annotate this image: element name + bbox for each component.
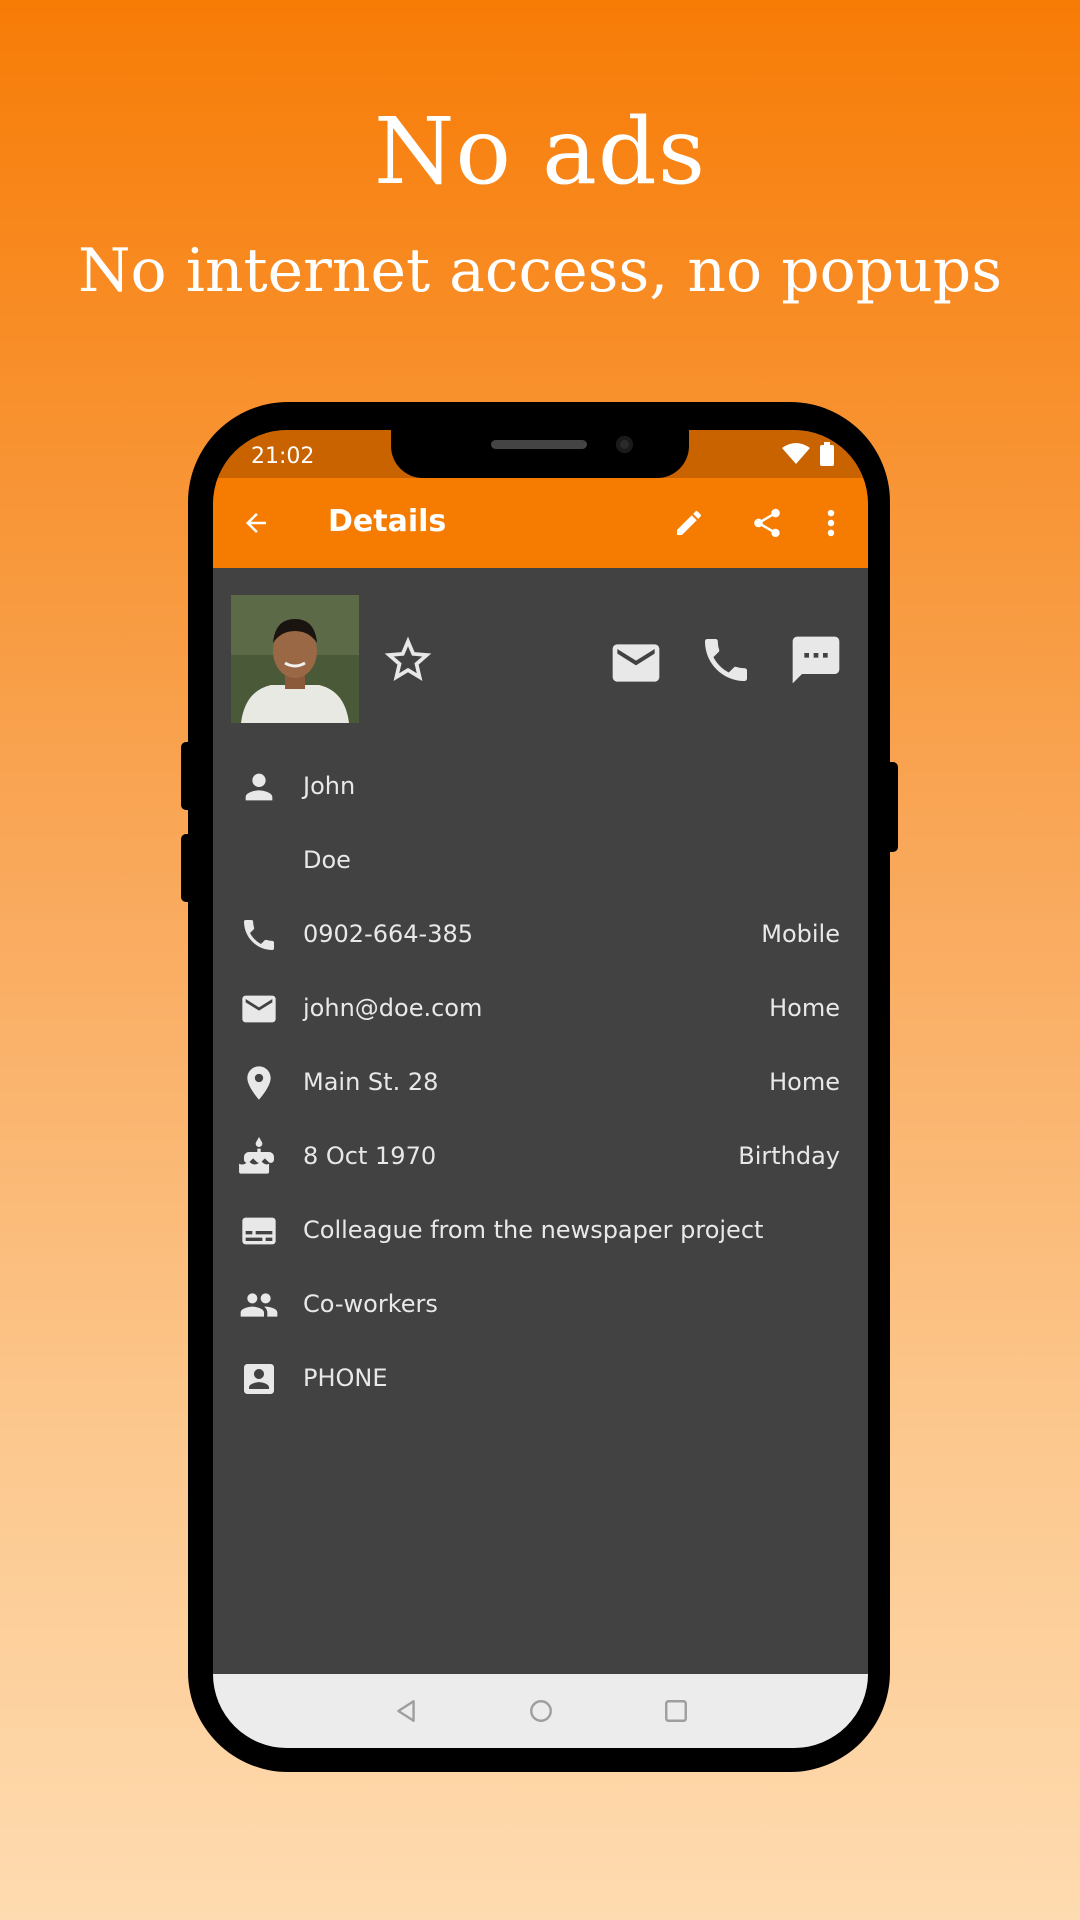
email-value: john@doe.com bbox=[303, 994, 483, 1022]
groups-row[interactable]: Co-workers bbox=[213, 1268, 868, 1342]
nav-recents-icon[interactable] bbox=[663, 1698, 689, 1724]
address-value: Main St. 28 bbox=[303, 1068, 439, 1096]
phone-screen: 21:02 Details John Doe 0902-664-385 Mobi… bbox=[213, 430, 868, 1748]
star-icon[interactable] bbox=[380, 632, 436, 688]
last-name-value: Doe bbox=[303, 846, 351, 874]
event-value: 8 Oct 1970 bbox=[303, 1142, 437, 1170]
first-name-row[interactable]: John bbox=[213, 750, 868, 824]
source-value: PHONE bbox=[303, 1364, 388, 1392]
notes-icon bbox=[242, 1217, 276, 1245]
cake-icon bbox=[239, 1137, 274, 1174]
status-bar: 21:02 bbox=[213, 430, 868, 478]
event-type: Birthday bbox=[738, 1142, 840, 1170]
email-icon[interactable] bbox=[608, 635, 664, 691]
people-icon bbox=[240, 1293, 278, 1317]
notes-row[interactable]: Colleague from the newspaper project bbox=[213, 1194, 868, 1268]
share-icon[interactable] bbox=[750, 506, 784, 540]
nav-back-icon[interactable] bbox=[393, 1698, 419, 1724]
promo-subtitle: No internet access, no popups bbox=[78, 236, 1002, 306]
phone-value: 0902-664-385 bbox=[303, 920, 474, 948]
more-vert-icon[interactable] bbox=[823, 506, 839, 540]
email-row[interactable]: john@doe.com Home bbox=[213, 972, 868, 1046]
event-row[interactable]: 8 Oct 1970 Birthday bbox=[213, 1120, 868, 1194]
status-time: 21:02 bbox=[251, 444, 315, 469]
notch bbox=[391, 430, 689, 478]
address-row[interactable]: Main St. 28 Home bbox=[213, 1046, 868, 1120]
promo-title: No ads bbox=[373, 98, 707, 205]
email-icon bbox=[242, 995, 276, 1023]
avatar-photo bbox=[231, 595, 359, 723]
back-arrow-icon[interactable] bbox=[241, 508, 271, 538]
person-icon bbox=[245, 773, 273, 801]
notes-value: Colleague from the newspaper project bbox=[303, 1216, 764, 1244]
phone-icon bbox=[244, 920, 274, 950]
contact-avatar[interactable] bbox=[231, 595, 359, 723]
sms-icon[interactable] bbox=[788, 632, 844, 688]
phone-icon[interactable] bbox=[698, 632, 754, 688]
contact-card-icon bbox=[244, 1364, 274, 1394]
source-row[interactable]: PHONE bbox=[213, 1342, 868, 1416]
last-name-row[interactable]: Doe bbox=[213, 824, 868, 898]
app-toolbar: Details bbox=[213, 478, 868, 568]
phone-type: Mobile bbox=[761, 920, 840, 948]
groups-value: Co-workers bbox=[303, 1290, 438, 1318]
speaker bbox=[491, 440, 587, 449]
wifi-icon bbox=[782, 443, 810, 464]
location-pin-icon bbox=[247, 1066, 271, 1100]
email-type: Home bbox=[769, 994, 840, 1022]
system-nav-bar bbox=[213, 1674, 868, 1748]
edit-icon[interactable] bbox=[673, 507, 705, 539]
first-name-value: John bbox=[303, 772, 356, 800]
toolbar-title: Details bbox=[328, 504, 447, 539]
nav-home-icon[interactable] bbox=[528, 1698, 554, 1724]
front-camera bbox=[616, 436, 633, 453]
battery-icon bbox=[820, 442, 834, 466]
phone-row[interactable]: 0902-664-385 Mobile bbox=[213, 898, 868, 972]
address-type: Home bbox=[769, 1068, 840, 1096]
